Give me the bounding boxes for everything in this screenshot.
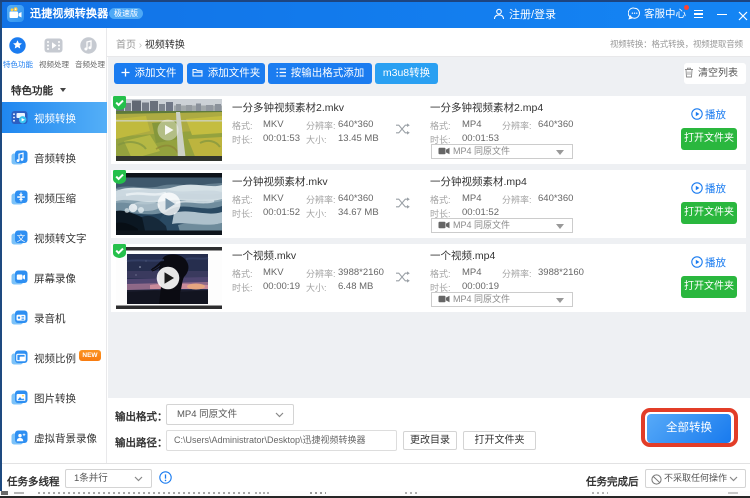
svg-text:文: 文 [17, 232, 26, 244]
